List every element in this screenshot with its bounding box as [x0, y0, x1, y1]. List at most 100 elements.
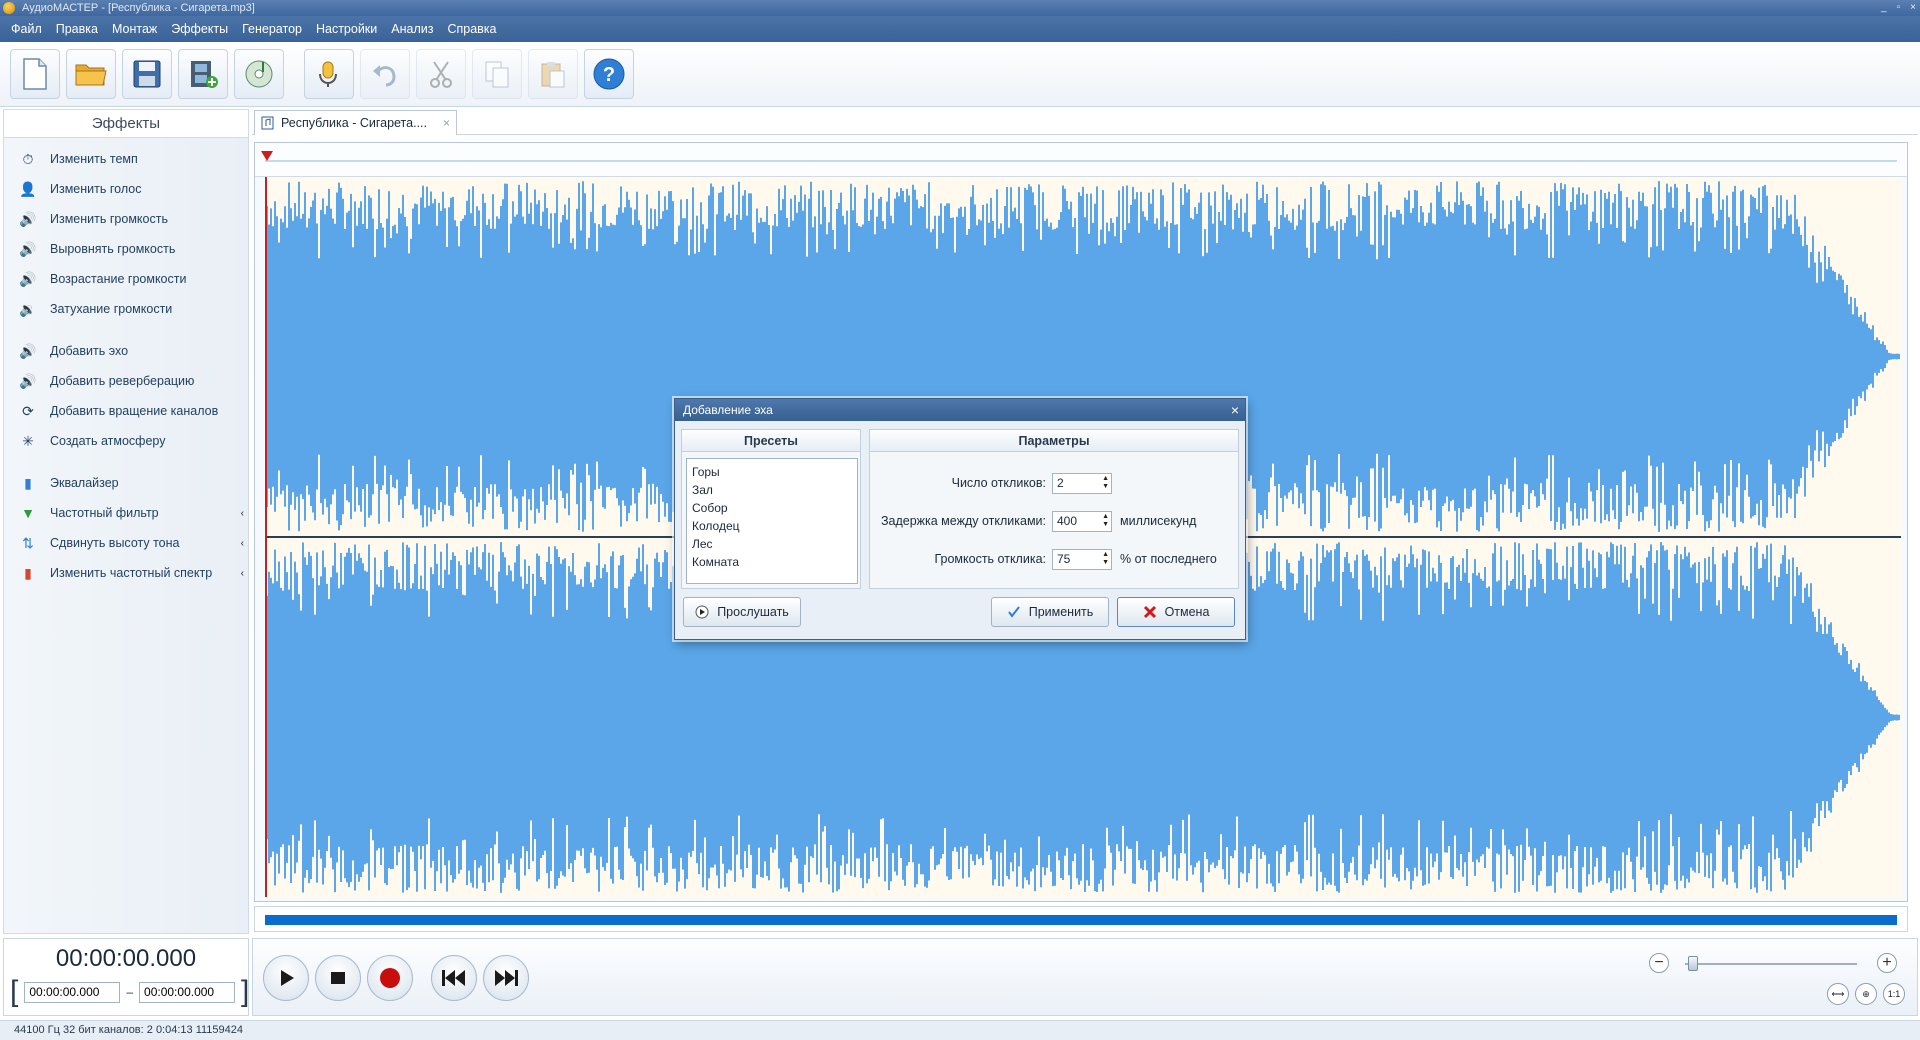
- presets-header: Пресеты: [682, 430, 860, 452]
- tab-label: Республика - Сигарета....: [281, 116, 427, 130]
- copy-button[interactable]: [472, 49, 522, 99]
- menu-generator[interactable]: Генератор: [235, 22, 309, 36]
- zoom-slider-track[interactable]: [1685, 963, 1857, 965]
- record-button[interactable]: [367, 955, 413, 1001]
- submenu-arrow-icon[interactable]: ‹: [241, 568, 244, 579]
- new-file-icon: [23, 58, 47, 90]
- cd-music-icon: [245, 60, 273, 88]
- filter-icon: ▼: [21, 505, 35, 521]
- help-button[interactable]: ?: [584, 49, 634, 99]
- play-button[interactable]: [263, 955, 309, 1001]
- submenu-arrow-icon[interactable]: ‹: [241, 508, 244, 519]
- pitch-icon: ⇅: [22, 534, 34, 551]
- cancel-button[interactable]: Отмена: [1117, 597, 1235, 627]
- open-file-button[interactable]: [66, 49, 116, 99]
- close-window-button[interactable]: ×: [1910, 0, 1916, 16]
- zoom-slider-thumb[interactable]: [1688, 956, 1699, 971]
- range-start-input[interactable]: [24, 981, 121, 1003]
- effect-label: Добавить эхо: [50, 344, 129, 358]
- menu-settings[interactable]: Настройки: [309, 22, 384, 36]
- preset-item[interactable]: Горы: [692, 463, 852, 481]
- echo-delay-stepper[interactable]: 400 ▲ ▼: [1052, 510, 1112, 532]
- param-unit: миллисекунд: [1120, 514, 1197, 528]
- presets-list[interactable]: Горы Зал Собор Колодец Лес Комната: [686, 458, 858, 584]
- effects-list: ⏱ Изменить темп 👤 Изменить голос 🔊 Изменить…: [4, 138, 248, 588]
- stepper-arrows-icon[interactable]: ▲ ▼: [1102, 513, 1109, 529]
- title-bar: АудиоМАСТЕР - [Республика - Сигарета.mp3…: [0, 0, 1920, 16]
- stepper-value: 2: [1057, 475, 1064, 490]
- param-echo-volume: Громкость отклика: 75 ▲ ▼ % от последнего: [870, 548, 1217, 570]
- playhead-marker[interactable]: [261, 151, 273, 161]
- dialog-title-bar: Добавление эха ×: [675, 399, 1245, 421]
- effect-equalizer[interactable]: ▮ Эквалайзер: [4, 468, 248, 498]
- effect-change-tempo[interactable]: ⏱ Изменить темп: [4, 144, 248, 174]
- echo-dialog: Добавление эха × Пресеты Горы Зал Собор …: [674, 398, 1246, 640]
- range-end-input[interactable]: [139, 981, 236, 1003]
- menu-edit[interactable]: Правка: [49, 22, 105, 36]
- restore-button[interactable]: ▫: [1897, 0, 1901, 16]
- effect-change-voice[interactable]: 👤 Изменить голос: [4, 174, 248, 204]
- effect-frequency-spectrum[interactable]: ▮ Изменить частотный спектр ‹: [4, 558, 248, 588]
- menu-analysis[interactable]: Анализ: [384, 22, 440, 36]
- paste-icon: [541, 62, 565, 88]
- spectrum-icon: ▮: [24, 564, 32, 581]
- effect-add-echo[interactable]: 🔊 Добавить эхо: [4, 336, 248, 366]
- echo-volume-stepper[interactable]: 75 ▲ ▼: [1052, 548, 1112, 570]
- effect-add-reverb[interactable]: 🔊 Добавить реверберацию: [4, 366, 248, 396]
- cut-button[interactable]: [416, 49, 466, 99]
- effect-change-volume[interactable]: 🔊 Изменить громкость: [4, 204, 248, 234]
- effect-create-atmosphere[interactable]: ✳ Создать атмосферу: [4, 426, 248, 456]
- fit-width-button[interactable]: ⟷: [1827, 983, 1849, 1005]
- menu-effects[interactable]: Эффекты: [164, 22, 235, 36]
- timeline-ruler[interactable]: [255, 143, 1907, 177]
- transport-bar: − + ⟷ ⊕ 1:1: [252, 938, 1918, 1016]
- stepper-arrows-icon[interactable]: ▲ ▼: [1102, 475, 1109, 491]
- effect-frequency-filter[interactable]: ▼ Частотный фильтр ‹: [4, 498, 248, 528]
- apply-button[interactable]: Применить: [991, 597, 1109, 627]
- param-echo-delay: Задержка между откликами: 400 ▲ ▼ миллисек…: [870, 510, 1196, 532]
- menu-montage[interactable]: Монтаж: [105, 22, 164, 36]
- close-tab-button[interactable]: ×: [443, 116, 450, 130]
- rewind-button[interactable]: [431, 955, 477, 1001]
- echo-count-stepper[interactable]: 2 ▲ ▼: [1052, 472, 1112, 494]
- window-title: АудиоМАСТЕР - [Республика - Сигарета.mp3…: [22, 2, 255, 14]
- echo-icon: 🔊: [19, 342, 37, 359]
- cd-music-button[interactable]: [234, 49, 284, 99]
- preset-item[interactable]: Собор: [692, 499, 852, 517]
- add-video-button[interactable]: [178, 49, 228, 99]
- undo-button[interactable]: [360, 49, 410, 99]
- tab-document[interactable]: Республика - Сигарета.... ×: [254, 110, 457, 135]
- effect-fade-in[interactable]: 🔊 Возрастание громкости: [4, 264, 248, 294]
- preset-item[interactable]: Лес: [692, 535, 852, 553]
- preset-item[interactable]: Комната: [692, 553, 852, 571]
- zoom-in-button[interactable]: +: [1877, 953, 1897, 973]
- scrollbar-thumb[interactable]: [265, 915, 1897, 925]
- horizontal-scrollbar[interactable]: [254, 906, 1908, 932]
- menu-file[interactable]: Файл: [4, 22, 49, 36]
- cancel-label: Отмена: [1164, 605, 1210, 619]
- minimize-button[interactable]: _: [1881, 0, 1887, 16]
- add-video-icon: [191, 61, 218, 88]
- paste-button[interactable]: [528, 49, 578, 99]
- forward-button[interactable]: [483, 955, 529, 1001]
- zoom-actual-button[interactable]: 1:1: [1883, 983, 1905, 1005]
- effect-normalize-volume[interactable]: 🔊 Выровнять громкость: [4, 234, 248, 264]
- submenu-arrow-icon[interactable]: ‹: [241, 538, 244, 549]
- effect-fade-out[interactable]: 🔉 Затухание громкости: [4, 294, 248, 324]
- preset-item[interactable]: Зал: [692, 481, 852, 499]
- new-file-button[interactable]: [10, 49, 60, 99]
- effect-pitch-shift[interactable]: ⇅ Сдвинуть высоту тона ‹: [4, 528, 248, 558]
- zoom-out-button[interactable]: −: [1649, 953, 1669, 973]
- effect-channel-rotation[interactable]: ⟳ Добавить вращение каналов: [4, 396, 248, 426]
- dialog-close-button[interactable]: ×: [1231, 399, 1239, 421]
- stepper-arrows-icon[interactable]: ▲ ▼: [1102, 551, 1109, 567]
- save-button[interactable]: [122, 49, 172, 99]
- record-voice-button[interactable]: [304, 49, 354, 99]
- menu-help[interactable]: Справка: [440, 22, 503, 36]
- effect-label: Сдвинуть высоту тона: [50, 536, 180, 550]
- param-label: Громкость отклика:: [934, 552, 1046, 566]
- stop-button[interactable]: [315, 955, 361, 1001]
- zoom-selection-button[interactable]: ⊕: [1855, 983, 1877, 1005]
- preview-button[interactable]: Прослушать: [683, 597, 801, 627]
- preset-item[interactable]: Колодец: [692, 517, 852, 535]
